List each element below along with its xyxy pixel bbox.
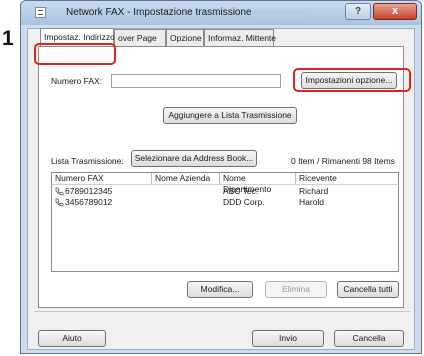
clear-all-button[interactable]: Cancella tutti (337, 281, 399, 298)
column-recipient[interactable]: Ricevente (296, 173, 400, 185)
fax-number-label: Numero FAX: (51, 76, 103, 86)
column-fax-number[interactable]: Numero FAX (52, 173, 152, 185)
cell-fax-number: 3456789012 (65, 197, 113, 207)
list-item[interactable]: 3456789012 DDD Corp. Harold (52, 197, 398, 208)
close-button[interactable]: x (373, 3, 417, 20)
tab-sender-info[interactable]: Informaz. Mittente (204, 29, 276, 46)
app-icon (35, 7, 46, 18)
cell-department-name: DDD Corp. (223, 197, 265, 207)
title-bar[interactable]: Network FAX - Impostazione trasmissione … (21, 1, 421, 25)
callout-2-highlight (293, 68, 411, 92)
tab-options[interactable]: Opzione (166, 29, 204, 46)
transmission-list-label: Lista Trasmissione: (51, 156, 124, 166)
fax-number-input[interactable] (111, 74, 281, 88)
callout-1-highlight (34, 43, 116, 65)
cancel-button[interactable]: Cancella (334, 330, 404, 347)
help-title-button[interactable]: ? (345, 3, 371, 20)
column-department-name[interactable]: Nome Dipartimento (220, 173, 296, 194)
modify-button[interactable]: Modifica... (187, 281, 253, 298)
list-header: Numero FAX Nome Azienda Nome Dipartiment… (52, 173, 400, 194)
redacted-title-part (255, 9, 307, 17)
footer-divider (34, 311, 410, 312)
send-button[interactable]: Invio (252, 330, 324, 347)
fax-phone-icon (55, 187, 64, 196)
callout-1-number: 1 (2, 27, 14, 50)
item-count-text: 0 Item / Rimanenti 98 Items (291, 156, 395, 166)
add-to-list-button[interactable]: Aggiungere a Lista Trasmissione (163, 107, 297, 124)
cell-fax-number: 6789012345 (65, 186, 113, 196)
list-item[interactable]: 6789012345 ABC Tec. Richard (52, 186, 398, 197)
transmission-list[interactable]: Numero FAX Nome Azienda Nome Dipartiment… (51, 172, 400, 272)
cell-recipient: Harold (299, 197, 325, 207)
tab-cover-page[interactable]: over Page (114, 29, 166, 46)
column-company-name[interactable]: Nome Azienda (152, 173, 220, 185)
address-book-button[interactable]: Selezionare da Address Book... (131, 150, 257, 167)
help-button[interactable]: Aiuto (38, 330, 106, 347)
fax-phone-icon (55, 198, 64, 207)
delete-button[interactable]: Elimina (265, 281, 327, 298)
cell-recipient: Richard (299, 186, 329, 196)
window-title: Network FAX - Impostazione trasmissione … (66, 7, 258, 18)
cell-department-name: ABC Tec. (223, 186, 259, 196)
